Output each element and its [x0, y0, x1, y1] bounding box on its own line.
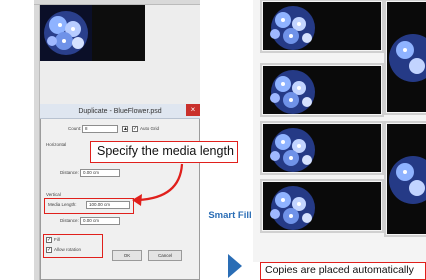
- fill-checkbox[interactable]: ✓: [46, 237, 52, 243]
- count-input[interactable]: 8: [82, 125, 118, 133]
- ok-button[interactable]: OK: [112, 250, 142, 261]
- copy-2: [263, 66, 381, 114]
- count-spinner-icon[interactable]: ▲: [122, 126, 128, 132]
- allow-rotation-checkbox[interactable]: ✓: [46, 247, 52, 253]
- fill-label: Fill: [54, 237, 60, 242]
- result-caption: Copies are placed automatically: [260, 262, 426, 280]
- auto-grid-checkbox[interactable]: ✓: [132, 126, 138, 132]
- result-grid: [260, 0, 426, 237]
- cancel-button[interactable]: Cancel: [148, 250, 182, 261]
- horizontal-label: Horizontal: [46, 142, 67, 147]
- count-label: Count:: [68, 126, 82, 131]
- blue-flower-image: [40, 5, 92, 61]
- v-distance-label: Distance:: [60, 218, 79, 223]
- close-button[interactable]: ×: [186, 104, 200, 116]
- allow-rotation-label: Allow rotation: [54, 247, 82, 252]
- auto-grid-label: Auto Grid: [140, 126, 160, 131]
- copy-1: [263, 2, 381, 50]
- h-distance-label: Distance:: [60, 170, 79, 175]
- media-length-label: Media Length:: [48, 202, 77, 207]
- pointer-arrow-icon: [132, 163, 184, 206]
- canvas-area: [92, 5, 145, 61]
- arrow-right-icon: [228, 254, 242, 278]
- smart-fill-label: Smart Fill: [208, 210, 252, 221]
- copy-4: [263, 182, 381, 230]
- v-distance-input[interactable]: 0.00 cm: [80, 217, 120, 225]
- dialog-title: Duplicate - BlueFlower.psd: [40, 104, 200, 119]
- fill-options-highlight: [43, 234, 103, 258]
- media-length-callout: Specify the media length: [90, 141, 238, 163]
- copy-5: [387, 2, 426, 112]
- copy-6: [387, 124, 426, 234]
- copy-3: [263, 124, 381, 172]
- h-distance-input[interactable]: 0.00 cm: [80, 169, 120, 177]
